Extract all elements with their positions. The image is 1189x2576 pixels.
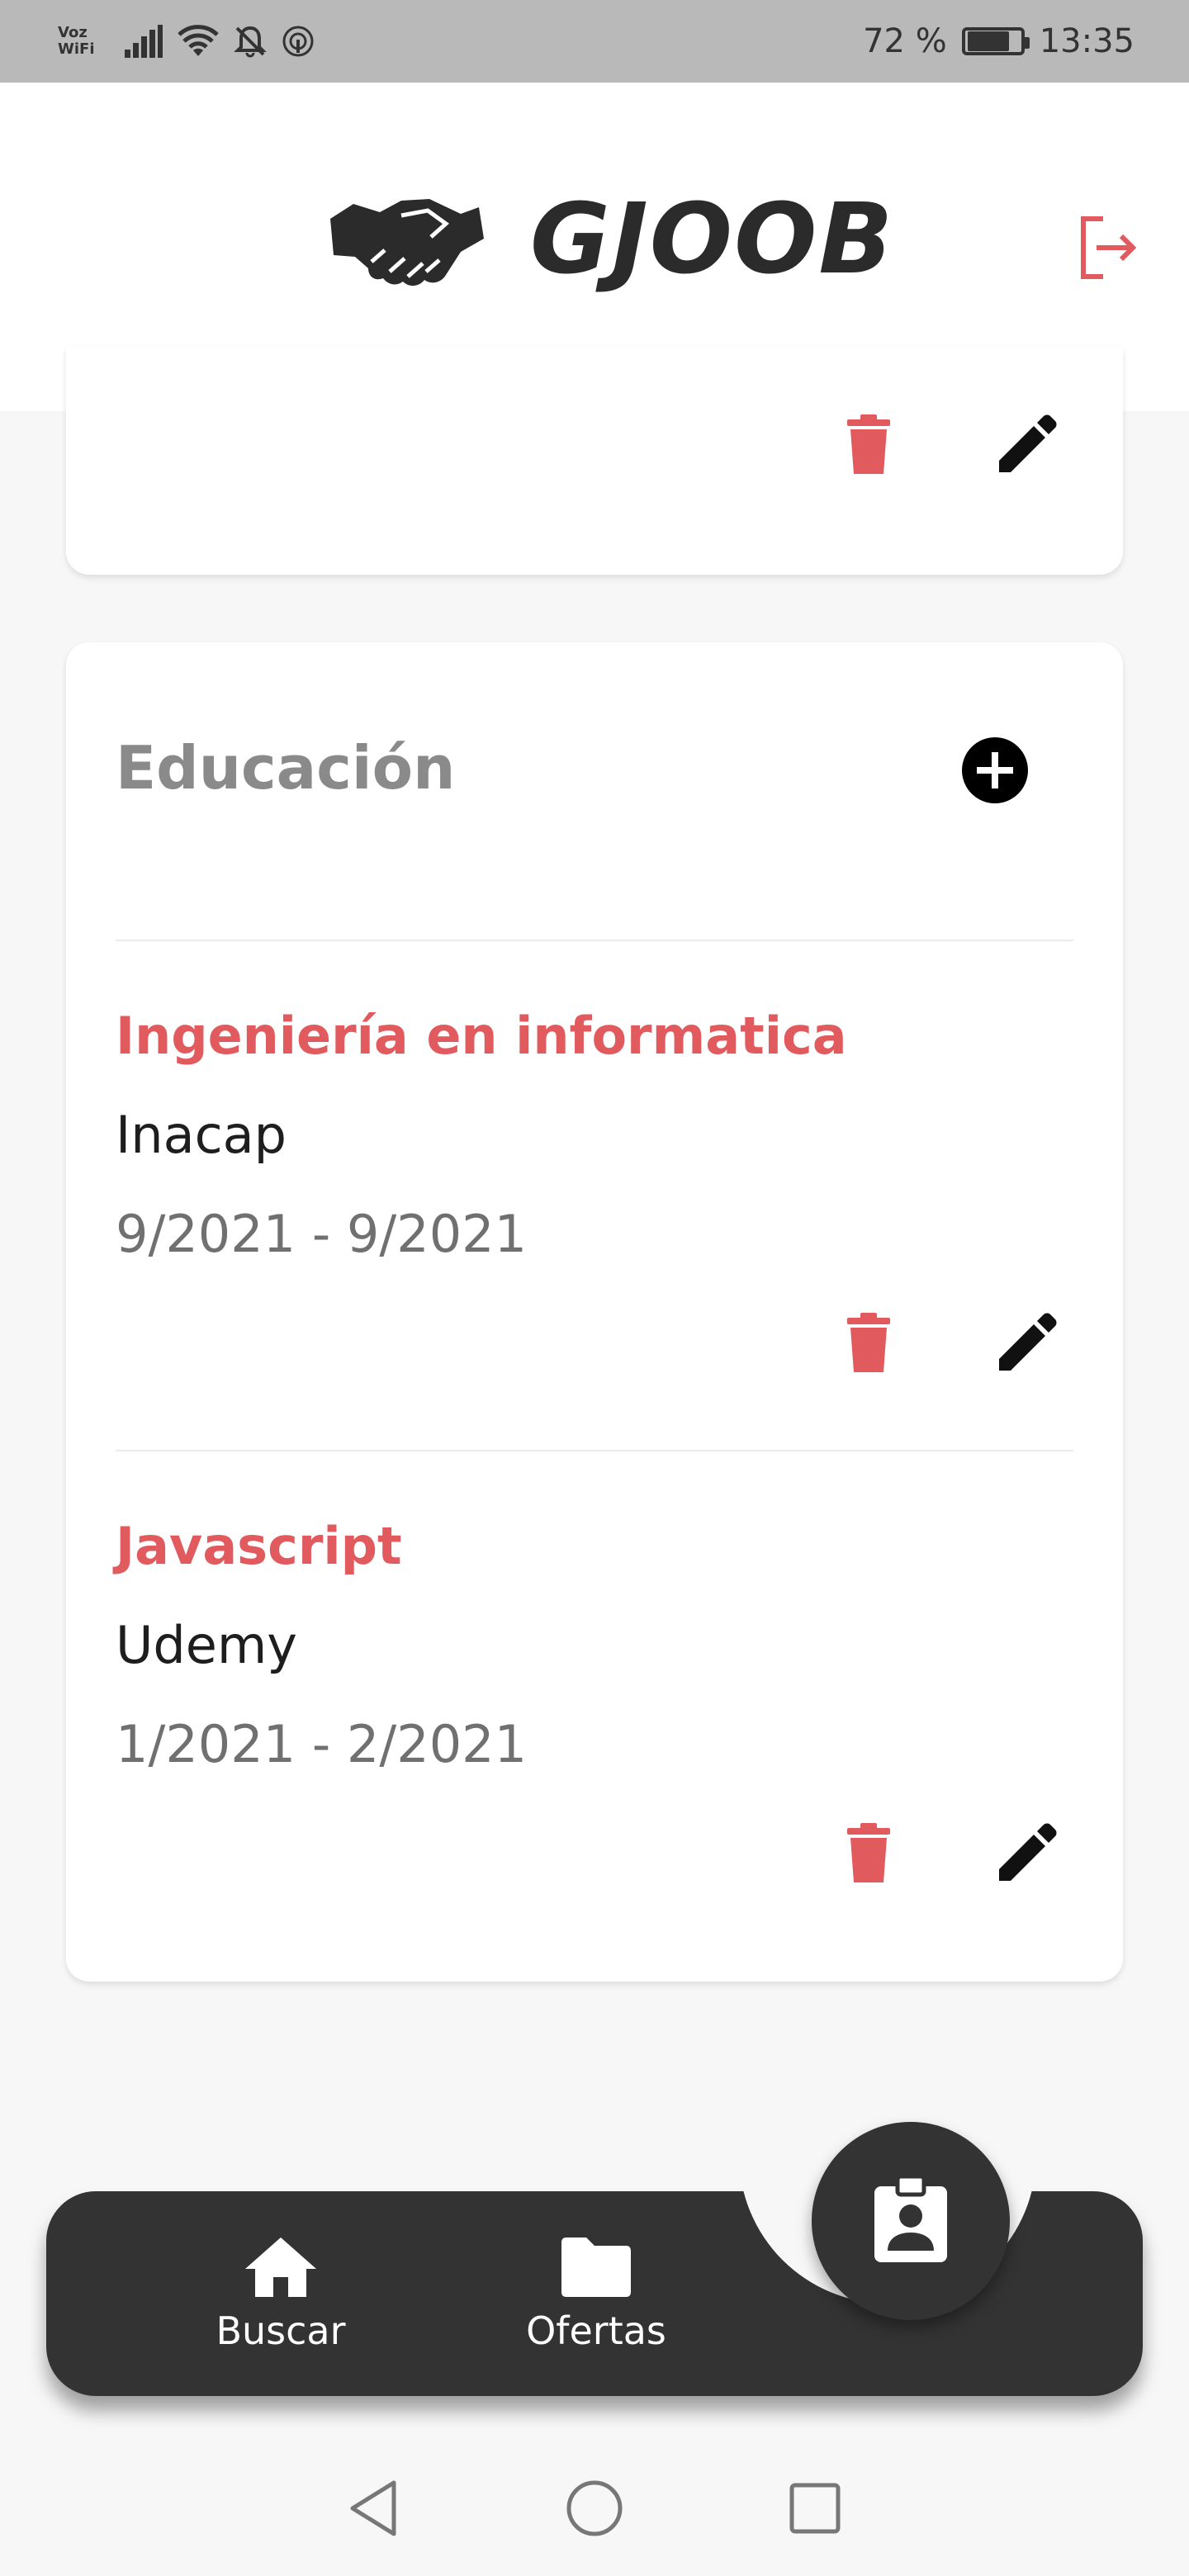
education-institution: Inacap — [116, 1105, 287, 1165]
nav-label: Buscar — [216, 2308, 346, 2353]
edit-button[interactable] — [997, 1311, 1057, 1377]
divider — [116, 1450, 1073, 1451]
logout-button[interactable] — [1073, 211, 1139, 285]
recents-icon[interactable] — [789, 2482, 841, 2538]
app-logo: GJOOB — [322, 182, 894, 296]
nav-item-buscar[interactable]: Buscar — [173, 2236, 388, 2368]
system-navigation — [0, 2444, 1189, 2576]
education-institution: Udemy — [116, 1615, 297, 1675]
education-degree: Javascript — [116, 1516, 402, 1576]
pencil-icon — [996, 1821, 1059, 1887]
trash-icon — [846, 1823, 892, 1886]
divider — [116, 940, 1073, 941]
hotspot-icon — [282, 25, 315, 58]
status-right: 72 % 13:35 — [863, 22, 1135, 60]
pencil-icon — [996, 1311, 1059, 1377]
status-left: Voz WiFi — [58, 25, 315, 58]
education-dates: 1/2021 - 2/2021 — [116, 1714, 528, 1774]
previous-section-card — [66, 347, 1123, 575]
handshake-icon — [322, 186, 487, 291]
nav-item-ofertas[interactable]: Ofertas — [489, 2236, 703, 2368]
app-name: GJOOB — [530, 182, 895, 296]
home-icon — [244, 2236, 318, 2302]
edit-button[interactable] — [997, 413, 1057, 479]
section-title: Educación — [116, 733, 456, 803]
plus-circle-icon — [962, 737, 1028, 807]
battery-percent: 72 % — [863, 22, 947, 60]
voz-wifi-indicator: Voz WiFi — [58, 25, 95, 58]
trash-icon — [846, 1313, 892, 1376]
wifi-icon — [177, 25, 219, 58]
pencil-icon — [996, 413, 1059, 479]
education-degree: Ingeniería en informatica — [116, 1006, 847, 1066]
back-icon[interactable] — [348, 2479, 400, 2540]
education-card: Educación Ingeniería en informatica Inac… — [66, 642, 1123, 1982]
clock: 13:35 — [1039, 22, 1135, 60]
profile-fab[interactable] — [812, 2122, 1010, 2320]
carrier-line-1: Voz — [58, 24, 88, 41]
edit-button[interactable] — [997, 1821, 1057, 1887]
delete-button[interactable] — [839, 1311, 898, 1377]
add-education-button[interactable] — [962, 737, 1028, 803]
education-dates: 9/2021 - 9/2021 — [116, 1204, 528, 1264]
profile-badge-icon — [871, 2174, 950, 2267]
delete-button[interactable] — [839, 413, 898, 479]
folder-icon — [558, 2236, 634, 2302]
nav-label: Ofertas — [526, 2308, 666, 2353]
delete-button[interactable] — [839, 1821, 898, 1887]
trash-icon — [846, 414, 892, 477]
status-bar: Voz WiFi 72 % 13:35 — [0, 0, 1189, 83]
battery-icon — [961, 27, 1030, 55]
home-circle-icon[interactable] — [566, 2479, 623, 2540]
logout-icon — [1073, 216, 1139, 288]
signal-icon — [124, 25, 163, 58]
carrier-line-2: WiFi — [58, 40, 95, 58]
bell-off-icon — [233, 25, 267, 58]
